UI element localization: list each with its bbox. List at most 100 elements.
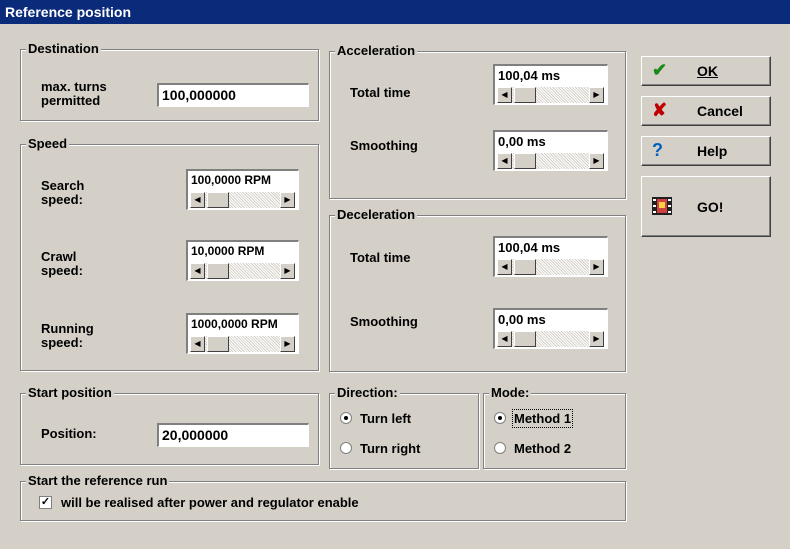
acceleration-total-time-thumb[interactable]	[514, 87, 536, 103]
arrow-right-icon[interactable]: ▶	[280, 192, 295, 208]
deceleration-smoothing-field[interactable]: 0,00 ms ◀ ▶	[493, 308, 608, 349]
checkmark-icon: ✔	[652, 60, 668, 80]
position-value: 20,000000	[162, 427, 229, 443]
window-title: Reference position	[0, 0, 790, 24]
deceleration-group: Deceleration Total time 100,04 ms ◀ ▶ Sm…	[329, 207, 626, 372]
running-speed-scrollbar[interactable]: ◀ ▶	[190, 336, 295, 352]
radio-turn-right-indicator[interactable]	[340, 442, 352, 454]
arrow-left-icon[interactable]: ◀	[190, 336, 205, 352]
acceleration-group: Acceleration Total time 100,04 ms ◀ ▶ Sm…	[329, 43, 626, 199]
deceleration-smoothing-label: Smoothing	[350, 314, 418, 329]
reference-position-dialog: Reference position Destination max. turn…	[0, 0, 790, 549]
deceleration-smoothing-scrollbar[interactable]: ◀ ▶	[497, 331, 604, 347]
reference-run-checkbox[interactable]: ✓ will be realised after power and regul…	[39, 494, 459, 512]
running-speed-field[interactable]: 1000,0000 RPM ◀ ▶	[186, 313, 299, 354]
radio-method-2-label: Method 2	[514, 441, 572, 456]
max-turns-input[interactable]: 100,000000	[157, 83, 309, 107]
running-speed-label-line1: Running	[41, 321, 94, 336]
arrow-left-icon[interactable]: ◀	[497, 259, 512, 275]
running-speed-thumb[interactable]	[207, 336, 229, 352]
go-button[interactable]: GO!	[641, 176, 771, 237]
deceleration-smoothing-thumb[interactable]	[514, 331, 536, 347]
search-speed-field[interactable]: 100,0000 RPM ◀ ▶	[186, 169, 299, 210]
position-input[interactable]: 20,000000	[157, 423, 309, 447]
mode-group: Mode: Method 1 Method 2	[483, 385, 626, 469]
deceleration-total-time-field[interactable]: 100,04 ms ◀ ▶	[493, 236, 608, 277]
crawl-speed-label-line1: Crawl	[41, 249, 77, 264]
question-mark-icon: ?	[652, 140, 663, 160]
acceleration-total-time-value: 100,04 ms	[498, 68, 561, 83]
start-position-group: Start position Position: 20,000000	[20, 385, 319, 465]
speed-title: Speed	[26, 136, 70, 152]
arrow-left-icon[interactable]: ◀	[497, 331, 512, 347]
ok-button-label: OK	[697, 63, 718, 79]
position-label: Position:	[41, 426, 97, 441]
film-run-icon	[652, 197, 672, 218]
arrow-right-icon[interactable]: ▶	[589, 259, 604, 275]
dialog-body: Destination max. turns permitted 100,000…	[0, 24, 790, 549]
crawl-speed-scrollbar[interactable]: ◀ ▶	[190, 263, 295, 279]
checkbox-check-icon[interactable]: ✓	[39, 496, 52, 509]
radio-method-2-indicator[interactable]	[494, 442, 506, 454]
radio-method-1-indicator[interactable]	[494, 412, 506, 424]
radio-turn-left[interactable]: Turn left	[340, 410, 470, 428]
radio-method-1-label: Method 1	[511, 409, 574, 428]
start-position-title: Start position	[26, 385, 114, 401]
arrow-left-icon[interactable]: ◀	[497, 87, 512, 103]
acceleration-smoothing-label: Smoothing	[350, 138, 418, 153]
arrow-right-icon[interactable]: ▶	[589, 153, 604, 169]
reference-run-group: Start the reference run ✓ will be realis…	[20, 473, 626, 521]
radio-turn-right[interactable]: Turn right	[340, 440, 470, 458]
deceleration-total-time-scrollbar[interactable]: ◀ ▶	[497, 259, 604, 275]
radio-turn-right-label: Turn right	[360, 441, 421, 456]
speed-group: Speed Search speed: 100,0000 RPM ◀ ▶ Cra…	[20, 136, 319, 371]
deceleration-total-time-value: 100,04 ms	[498, 240, 561, 255]
acceleration-total-time-scrollbar[interactable]: ◀ ▶	[497, 87, 604, 103]
arrow-right-icon[interactable]: ▶	[280, 336, 295, 352]
acceleration-total-time-label: Total time	[350, 85, 411, 100]
deceleration-total-time-thumb[interactable]	[514, 259, 536, 275]
help-button-label: Help	[697, 143, 728, 159]
arrow-right-icon[interactable]: ▶	[589, 87, 604, 103]
arrow-right-icon[interactable]: ▶	[589, 331, 604, 347]
acceleration-total-time-field[interactable]: 100,04 ms ◀ ▶	[493, 64, 608, 105]
reference-run-checkbox-label: will be realised after power and regulat…	[61, 495, 359, 510]
crawl-speed-value: 10,0000 RPM	[191, 244, 265, 258]
search-speed-value: 100,0000 RPM	[191, 173, 272, 187]
arrow-left-icon[interactable]: ◀	[190, 263, 205, 279]
acceleration-smoothing-field[interactable]: 0,00 ms ◀ ▶	[493, 130, 608, 171]
acceleration-smoothing-value: 0,00 ms	[498, 134, 546, 149]
radio-turn-left-label: Turn left	[360, 411, 412, 426]
go-button-label: GO!	[697, 199, 724, 215]
deceleration-title: Deceleration	[335, 207, 418, 223]
direction-group: Direction: Turn left Turn right	[329, 385, 479, 469]
destination-title: Destination	[26, 41, 101, 57]
radio-turn-left-indicator[interactable]	[340, 412, 352, 424]
crawl-speed-thumb[interactable]	[207, 263, 229, 279]
arrow-left-icon[interactable]: ◀	[497, 153, 512, 169]
max-turns-label-line1: max. turns	[41, 79, 107, 94]
max-turns-label-line2: permitted	[41, 93, 101, 108]
search-speed-scrollbar[interactable]: ◀ ▶	[190, 192, 295, 208]
destination-group: Destination max. turns permitted 100,000…	[20, 41, 319, 121]
search-speed-label-line2: speed:	[41, 192, 83, 207]
search-speed-label-line1: Search	[41, 178, 85, 193]
red-x-icon: ✘	[652, 100, 668, 120]
radio-method-1[interactable]: Method 1	[494, 409, 619, 428]
cancel-button-label: Cancel	[697, 103, 743, 119]
arrow-right-icon[interactable]: ▶	[280, 263, 295, 279]
acceleration-smoothing-thumb[interactable]	[514, 153, 536, 169]
arrow-left-icon[interactable]: ◀	[190, 192, 205, 208]
reference-run-title: Start the reference run	[26, 473, 170, 489]
crawl-speed-label-line2: speed:	[41, 263, 83, 278]
crawl-speed-field[interactable]: 10,0000 RPM ◀ ▶	[186, 240, 299, 281]
help-button[interactable]: ? Help	[641, 136, 771, 166]
acceleration-smoothing-scrollbar[interactable]: ◀ ▶	[497, 153, 604, 169]
deceleration-total-time-label: Total time	[350, 250, 411, 265]
ok-button[interactable]: ✔ OK	[641, 56, 771, 86]
running-speed-value: 1000,0000 RPM	[191, 317, 278, 331]
cancel-button[interactable]: ✘ Cancel	[641, 96, 771, 126]
search-speed-thumb[interactable]	[207, 192, 229, 208]
direction-title: Direction:	[335, 385, 400, 401]
radio-method-2[interactable]: Method 2	[494, 440, 619, 458]
